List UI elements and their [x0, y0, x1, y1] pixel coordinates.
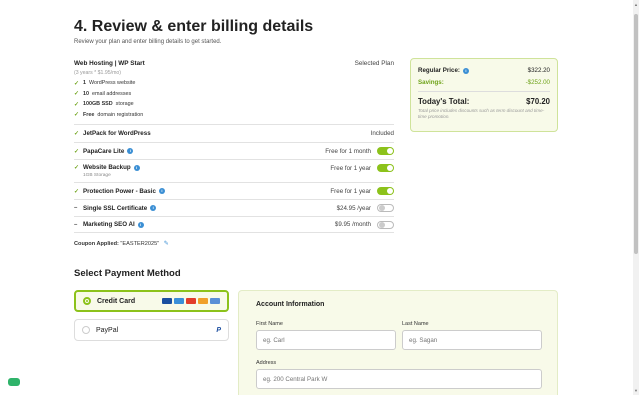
protection-toggle[interactable] [377, 187, 394, 195]
plan-feature: ✓ 10 email addresses [74, 90, 132, 98]
savings-label: Savings: [418, 79, 444, 86]
info-icon[interactable]: i [462, 67, 469, 74]
total-row: Today's Total: $70.20 [418, 97, 550, 106]
ssl-toggle[interactable] [377, 204, 394, 212]
regular-price-row: Regular Price: i $322.20 [418, 67, 550, 74]
plan-summary: Web Hosting | WP Start Selected Plan (3 … [74, 60, 394, 118]
addon-name: JetPack for WordPress [83, 130, 151, 137]
radio-unselected-icon[interactable] [82, 326, 90, 334]
regular-price-label: Regular Price: [418, 67, 460, 74]
addon-row-ssl: – Single SSL Certificate i $24.95 /year [74, 199, 394, 216]
payment-option-paypal[interactable]: PayPal P [74, 319, 229, 341]
card-logos [162, 298, 220, 304]
scroll-up-icon[interactable]: ▲ [634, 2, 638, 7]
addon-status: Free for 1 year [330, 187, 371, 195]
info-icon[interactable]: i [137, 221, 144, 228]
first-name-field[interactable] [256, 330, 396, 350]
plan-name: Web Hosting | WP Start [74, 60, 145, 67]
check-icon: ✓ [74, 112, 80, 119]
addon-row-jetpack: ✓ JetPack for WordPress Included [74, 124, 394, 142]
savings-value: -$252.00 [525, 79, 550, 86]
last-name-field[interactable] [402, 330, 542, 350]
discover-icon [198, 298, 208, 304]
scrollbar-thumb[interactable] [634, 14, 638, 254]
addon-name: Website Backup [83, 164, 131, 171]
check-icon: ✓ [74, 80, 80, 87]
payment-option-credit-card[interactable]: Credit Card [74, 290, 229, 312]
price-summary: Regular Price: i $322.20 Savings: -$252.0… [410, 58, 558, 132]
last-name-label: Last Name [402, 321, 429, 327]
account-title: Account Information [256, 301, 325, 308]
edit-pencil-icon[interactable]: ✎ [164, 241, 169, 247]
radio-selected-icon[interactable] [83, 297, 91, 305]
addon-status: Free for 1 month [325, 147, 371, 155]
chat-widget-button[interactable] [8, 378, 20, 386]
check-icon: ✓ [74, 165, 80, 171]
info-icon[interactable]: i [133, 164, 140, 171]
dash-icon: – [74, 221, 78, 228]
check-icon: ✓ [74, 188, 80, 195]
addon-status: Free for 1 year [330, 164, 371, 172]
total-label: Today's Total: [418, 97, 470, 106]
plan-feature: ✓ 1 WordPress website [74, 80, 136, 87]
check-icon: ✓ [74, 148, 80, 155]
page-subtitle: Review your plan and enter billing detai… [74, 39, 222, 45]
dash-icon: – [74, 205, 78, 211]
addon-row-backup: ✓ Website Backup i 1GB Storage Free for 1… [74, 159, 394, 182]
paypal-label: PayPal [96, 326, 119, 334]
info-icon[interactable]: i [127, 148, 134, 154]
paypal-icon: P [216, 326, 221, 334]
addon-status: $9.95 /month [334, 221, 371, 228]
backup-toggle[interactable] [377, 164, 394, 172]
first-name-label: First Name [256, 321, 283, 327]
addon-status: Included [370, 130, 394, 137]
check-icon: ✓ [74, 91, 80, 98]
plan-feature: ✓ Free domain registration [74, 111, 144, 119]
page-title: 4. Review & enter billing details [74, 18, 314, 35]
coupon-label: Coupon Applied: [74, 241, 119, 247]
addon-status: $24.95 /year [336, 204, 371, 212]
total-value: $70.20 [526, 97, 550, 106]
selected-plan-label: Selected Plan [354, 60, 394, 67]
payment-title: Select Payment Method [74, 268, 181, 279]
account-information: Account Information First Name Last Name… [238, 290, 558, 395]
addon-name: PapaCare Lite [83, 147, 125, 155]
coupon-applied: Coupon Applied: "EASTER2025" ✎ [74, 240, 169, 247]
addon-row-seo: – Marketing SEO AI i $9.95 /month [74, 216, 394, 233]
amex-icon [174, 298, 184, 304]
address-field[interactable] [256, 369, 542, 389]
address-label: Address [256, 360, 277, 366]
regular-price-value: $322.20 [527, 67, 550, 74]
savings-row: Savings: -$252.00 [418, 79, 550, 86]
addon-row-papacare: ✓ PapaCare Lite i Free for 1 month [74, 142, 394, 159]
info-icon[interactable]: i [158, 188, 165, 194]
divider [418, 91, 550, 92]
check-icon: ✓ [74, 131, 80, 137]
addon-note: 1GB Storage [83, 173, 111, 178]
billing-page: 4. Review & enter billing details Review… [0, 0, 639, 395]
plan-feature: ✓ 100GB SSD storage [74, 101, 134, 108]
seo-toggle[interactable] [377, 220, 394, 229]
plan-term: (3 years * $1.95/mo) [74, 70, 121, 76]
coupon-code: "EASTER2025" [120, 241, 160, 247]
addon-name: Marketing SEO AI [83, 221, 135, 228]
credit-card-label: Credit Card [97, 297, 136, 305]
scrollbar[interactable]: ▲ ▼ [633, 0, 639, 395]
card-icon [210, 298, 220, 304]
addon-name: Single SSL Certificate [83, 204, 148, 212]
info-icon[interactable]: i [150, 205, 157, 211]
visa-icon [162, 298, 172, 304]
mastercard-icon [186, 298, 196, 304]
addon-name: Protection Power - Basic [83, 187, 156, 195]
scroll-down-icon[interactable]: ▼ [634, 388, 638, 393]
addon-row-protection: ✓ Protection Power - Basic i Free for 1 y… [74, 182, 394, 199]
papacare-toggle[interactable] [377, 147, 394, 155]
check-icon: ✓ [74, 101, 80, 108]
price-note: Total price includes discounts such as t… [418, 108, 545, 119]
